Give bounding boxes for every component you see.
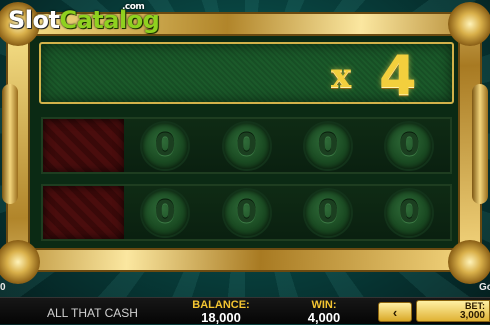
reel-cell: 0 [369, 119, 450, 172]
slotcatalog-logo: SlotCatalog .com [8, 2, 160, 34]
zero-coin-symbol: 0 [142, 189, 189, 236]
zero-coin-symbol: 0 [142, 122, 189, 169]
frame-ornament-icon [448, 240, 490, 284]
reel-cell: 0 [124, 119, 205, 172]
zero-coin-symbol: 0 [386, 189, 433, 236]
edge-left-text: 0 [0, 282, 6, 293]
bet-decrease-button[interactable]: ‹ [378, 302, 412, 322]
reel-cell: 0 [287, 186, 368, 239]
zero-coin-symbol: 0 [304, 122, 351, 169]
logo-catalog-text: Catalog [59, 6, 160, 34]
frame-scroll-ornament [472, 84, 488, 204]
reel-cell-blocked [43, 186, 125, 239]
reel-cell: 0 [287, 119, 368, 172]
reel-row-2: 0 0 0 0 [41, 184, 452, 241]
multiplier-value: 4 [379, 44, 417, 107]
zero-coin-symbol: 0 [304, 189, 351, 236]
frame-ornament-icon [448, 2, 490, 46]
balance-display: BALANCE: 18,000 [186, 300, 256, 325]
reel-cell: 0 [206, 119, 287, 172]
multiplier-x: x [331, 56, 352, 96]
reel-cell-blocked [43, 119, 125, 172]
bottom-bar: ALL THAT CASH BALANCE: 18,000 WIN: 4,000… [0, 297, 490, 325]
win-display: WIN: 4,000 [296, 300, 352, 325]
bet-value: 3,000 [459, 310, 485, 321]
game-name: ALL THAT CASH [47, 306, 138, 320]
zero-coin-symbol: 0 [223, 189, 270, 236]
reel-cell: 0 [369, 186, 450, 239]
edge-right-text: Go [479, 282, 490, 293]
zero-coin-symbol: 0 [386, 122, 433, 169]
frame-scroll-ornament [2, 84, 18, 204]
reel-cell: 0 [124, 186, 205, 239]
logo-slot-text: Slot [8, 6, 60, 34]
reel-row-1: 0 0 0 0 [41, 117, 452, 174]
chevron-left-icon: ‹ [392, 304, 398, 320]
zero-coin-symbol: 0 [223, 122, 270, 169]
multiplier-panel: x 4 [39, 42, 454, 107]
reel-cell: 0 [206, 186, 287, 239]
bet-display[interactable]: BET: 3,000 [416, 300, 490, 322]
logo-com-text: .com [122, 2, 145, 12]
